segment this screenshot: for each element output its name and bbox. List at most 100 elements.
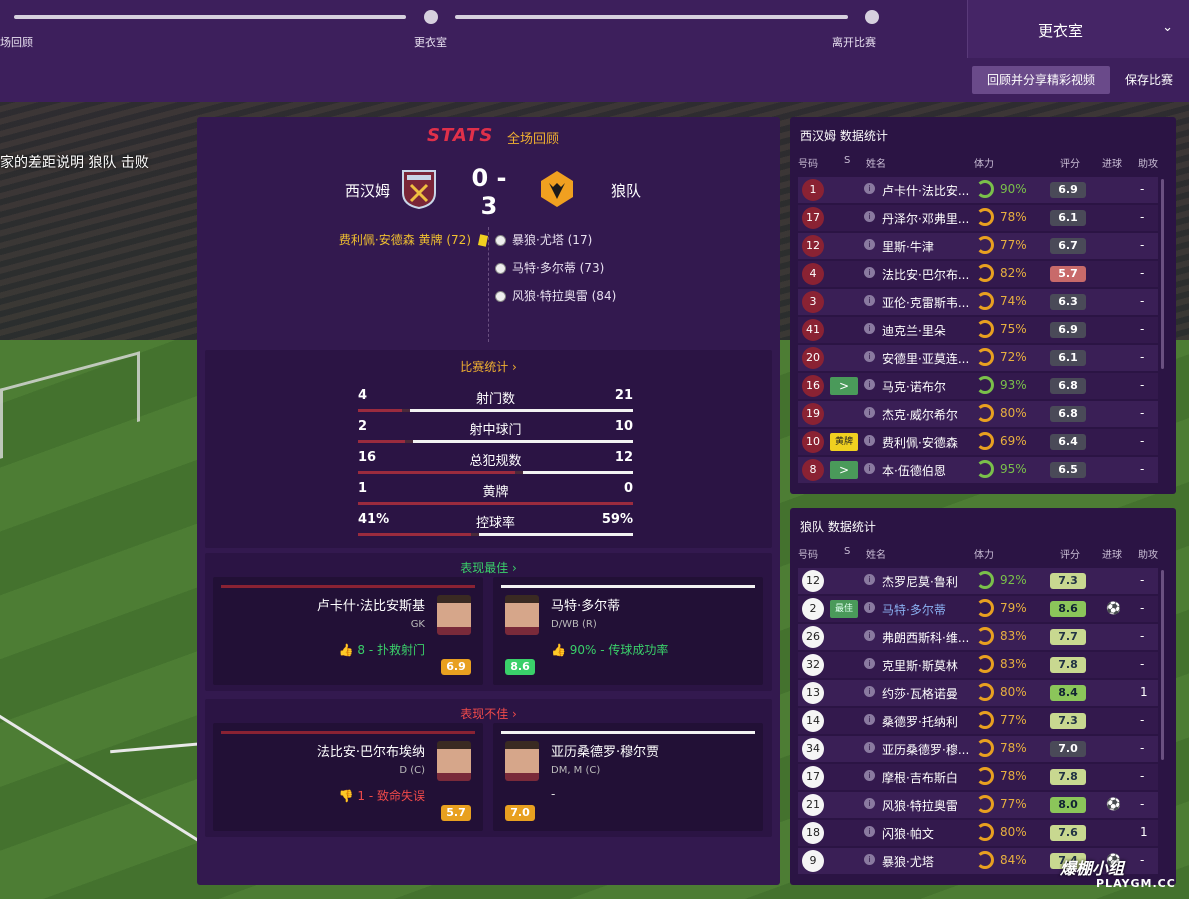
home-team-name[interactable]: 西汉姆: [345, 180, 390, 201]
table-row[interactable]: 26 i 弗朗西斯科·维... 83% 7.7 -: [798, 624, 1158, 650]
player-name[interactable]: 费利佩·安德森: [882, 434, 958, 451]
info-icon[interactable]: i: [864, 854, 875, 865]
col-number[interactable]: 号码: [798, 155, 818, 170]
worst-away-player-card[interactable]: 亚历桑德罗·穆尔贾 DM, M (C) - 7.0: [493, 723, 763, 831]
table-row[interactable]: 12 i 里斯·牛津 77% 6.7 -: [798, 233, 1158, 259]
table-row[interactable]: 18 i 闪狼·帕文 80% 7.6 1: [798, 820, 1158, 846]
info-icon[interactable]: i: [864, 351, 875, 362]
col-condition[interactable]: 体力: [974, 155, 994, 170]
player-name[interactable]: 马特·多尔蒂: [882, 601, 946, 618]
info-icon[interactable]: i: [864, 798, 875, 809]
player-name[interactable]: 闪狼·帕文: [882, 825, 934, 842]
step-locker-room[interactable]: 更衣室: [414, 34, 447, 50]
table-row[interactable]: 20 i 安德里·亚莫连... 72% 6.1 -: [798, 345, 1158, 371]
player-name[interactable]: 暴狼·尤塔: [882, 853, 934, 870]
info-icon[interactable]: i: [864, 602, 875, 613]
info-icon[interactable]: i: [864, 183, 875, 194]
player-name[interactable]: 克里斯·斯莫林: [882, 657, 958, 674]
player-name[interactable]: 杰罗尼莫·鲁利: [882, 573, 958, 590]
col-rating[interactable]: 评分: [1060, 546, 1080, 561]
player-face-image: [437, 741, 471, 781]
info-icon[interactable]: i: [864, 211, 875, 222]
table-row[interactable]: 34 i 亚历桑德罗·穆... 78% 7.0 -: [798, 736, 1158, 762]
best-away-player-card[interactable]: 马特·多尔蒂 D/WB (R) 👍 90% - 传球成功率 8.6: [493, 577, 763, 685]
player-name[interactable]: 安德里·亚莫连...: [882, 350, 969, 367]
col-assists[interactable]: 助攻: [1138, 155, 1158, 170]
review-highlights-button[interactable]: 回顾并分享精彩视频: [972, 66, 1110, 94]
info-icon[interactable]: i: [864, 463, 875, 474]
info-icon[interactable]: i: [864, 295, 875, 306]
table-row[interactable]: 1 i 卢卡什·法比安... 90% 6.9 -: [798, 177, 1158, 203]
match-stats-link[interactable]: 比赛统计 ›: [205, 358, 772, 375]
table-row[interactable]: 8 > i 本·伍德伯恩 95% 6.5 -: [798, 457, 1158, 483]
table-row[interactable]: 4 i 法比安·巴尔布... 82% 5.7 -: [798, 261, 1158, 287]
info-icon[interactable]: i: [864, 658, 875, 669]
table-row[interactable]: 17 i 丹泽尔·邓弗里... 78% 6.1 -: [798, 205, 1158, 231]
info-icon[interactable]: i: [864, 435, 875, 446]
scrollbar[interactable]: [1161, 179, 1164, 369]
info-icon[interactable]: i: [864, 630, 875, 641]
player-name[interactable]: 弗朗西斯科·维...: [882, 629, 969, 646]
col-rating[interactable]: 评分: [1060, 155, 1080, 170]
col-goals[interactable]: 进球: [1102, 155, 1122, 170]
table-row[interactable]: 10 黄牌 i 费利佩·安德森 69% 6.4 -: [798, 429, 1158, 455]
player-name[interactable]: 本·伍德伯恩: [882, 462, 946, 479]
player-name[interactable]: 迪克兰·里朵: [882, 322, 946, 339]
player-name[interactable]: 亚历桑德罗·穆...: [882, 741, 969, 758]
info-icon[interactable]: i: [864, 826, 875, 837]
col-assists[interactable]: 助攻: [1138, 546, 1158, 561]
player-name[interactable]: 丹泽尔·邓弗里...: [882, 210, 969, 227]
scrollbar[interactable]: [1161, 570, 1164, 760]
save-match-button[interactable]: 保存比赛: [1118, 66, 1180, 94]
player-name[interactable]: 风狼·特拉奥雷: [882, 797, 958, 814]
info-icon[interactable]: i: [864, 239, 875, 250]
best-performers-link[interactable]: 表现最佳 ›: [205, 559, 772, 576]
table-row[interactable]: 17 i 摩根·吉布斯白 78% 7.8 -: [798, 764, 1158, 790]
table-row[interactable]: 32 i 克里斯·斯莫林 83% 7.8 -: [798, 652, 1158, 678]
player-name[interactable]: 里斯·牛津: [882, 238, 934, 255]
table-row[interactable]: 21 i 风狼·特拉奥雷 77% 8.0 ⚽ -: [798, 792, 1158, 818]
info-icon[interactable]: i: [864, 770, 875, 781]
step-review[interactable]: 场回顾: [0, 34, 33, 50]
worst-home-player-card[interactable]: 法比安·巴尔布埃纳 D (C) 👎 1 - 致命失误 5.7: [213, 723, 483, 831]
info-icon[interactable]: i: [864, 407, 875, 418]
table-row[interactable]: 16 > i 马克·诺布尔 93% 6.8 -: [798, 373, 1158, 399]
player-name[interactable]: 卢卡什·法比安...: [882, 182, 969, 199]
info-icon[interactable]: i: [864, 574, 875, 585]
table-row[interactable]: 19 i 杰克·威尔希尔 80% 6.8 -: [798, 401, 1158, 427]
col-number[interactable]: 号码: [798, 546, 818, 561]
player-name[interactable]: 法比安·巴尔布...: [882, 266, 969, 283]
table-row[interactable]: 41 i 迪克兰·里朵 75% 6.9 -: [798, 317, 1158, 343]
player-name[interactable]: 杰克·威尔希尔: [882, 406, 958, 423]
table-row[interactable]: 3 i 亚伦·克雷斯韦... 74% 6.3 -: [798, 289, 1158, 315]
col-status[interactable]: S: [844, 546, 850, 557]
player-name[interactable]: 亚伦·克雷斯韦...: [882, 294, 969, 311]
info-icon[interactable]: i: [864, 323, 875, 334]
table-row[interactable]: 2 最佳 i 马特·多尔蒂 79% 8.6 ⚽ -: [798, 596, 1158, 622]
info-icon[interactable]: i: [864, 742, 875, 753]
progress-knob-leave[interactable]: [865, 10, 879, 24]
info-icon[interactable]: i: [864, 686, 875, 697]
table-row[interactable]: 12 i 杰罗尼莫·鲁利 92% 7.3 -: [798, 568, 1158, 594]
col-goals[interactable]: 进球: [1102, 546, 1122, 561]
player-name[interactable]: 马克·诺布尔: [882, 378, 946, 395]
col-name[interactable]: 姓名: [866, 155, 886, 170]
col-status[interactable]: S: [844, 155, 850, 166]
info-icon[interactable]: i: [864, 267, 875, 278]
info-icon[interactable]: i: [864, 714, 875, 725]
table-row[interactable]: 13 i 约莎·瓦格诺曼 80% 8.4 1: [798, 680, 1158, 706]
col-condition[interactable]: 体力: [974, 546, 994, 561]
info-icon[interactable]: i: [864, 379, 875, 390]
away-team-name[interactable]: 狼队: [611, 180, 641, 201]
room-dropdown[interactable]: 更衣室 ⌄: [967, 0, 1189, 58]
worst-performers-link[interactable]: 表现不佳 ›: [205, 705, 772, 722]
player-name[interactable]: 桑德罗·托纳利: [882, 713, 958, 730]
step-leave-match[interactable]: 离开比赛: [832, 34, 876, 50]
away-event-text: 马特·多尔蒂 (73): [512, 261, 605, 275]
col-name[interactable]: 姓名: [866, 546, 886, 561]
table-row[interactable]: 14 i 桑德罗·托纳利 77% 7.3 -: [798, 708, 1158, 734]
player-name[interactable]: 摩根·吉布斯白: [882, 769, 958, 786]
progress-knob-locker[interactable]: [424, 10, 438, 24]
best-home-player-card[interactable]: 卢卡什·法比安斯基 GK 👍 8 - 扑救射门 6.9: [213, 577, 483, 685]
player-name[interactable]: 约莎·瓦格诺曼: [882, 685, 958, 702]
